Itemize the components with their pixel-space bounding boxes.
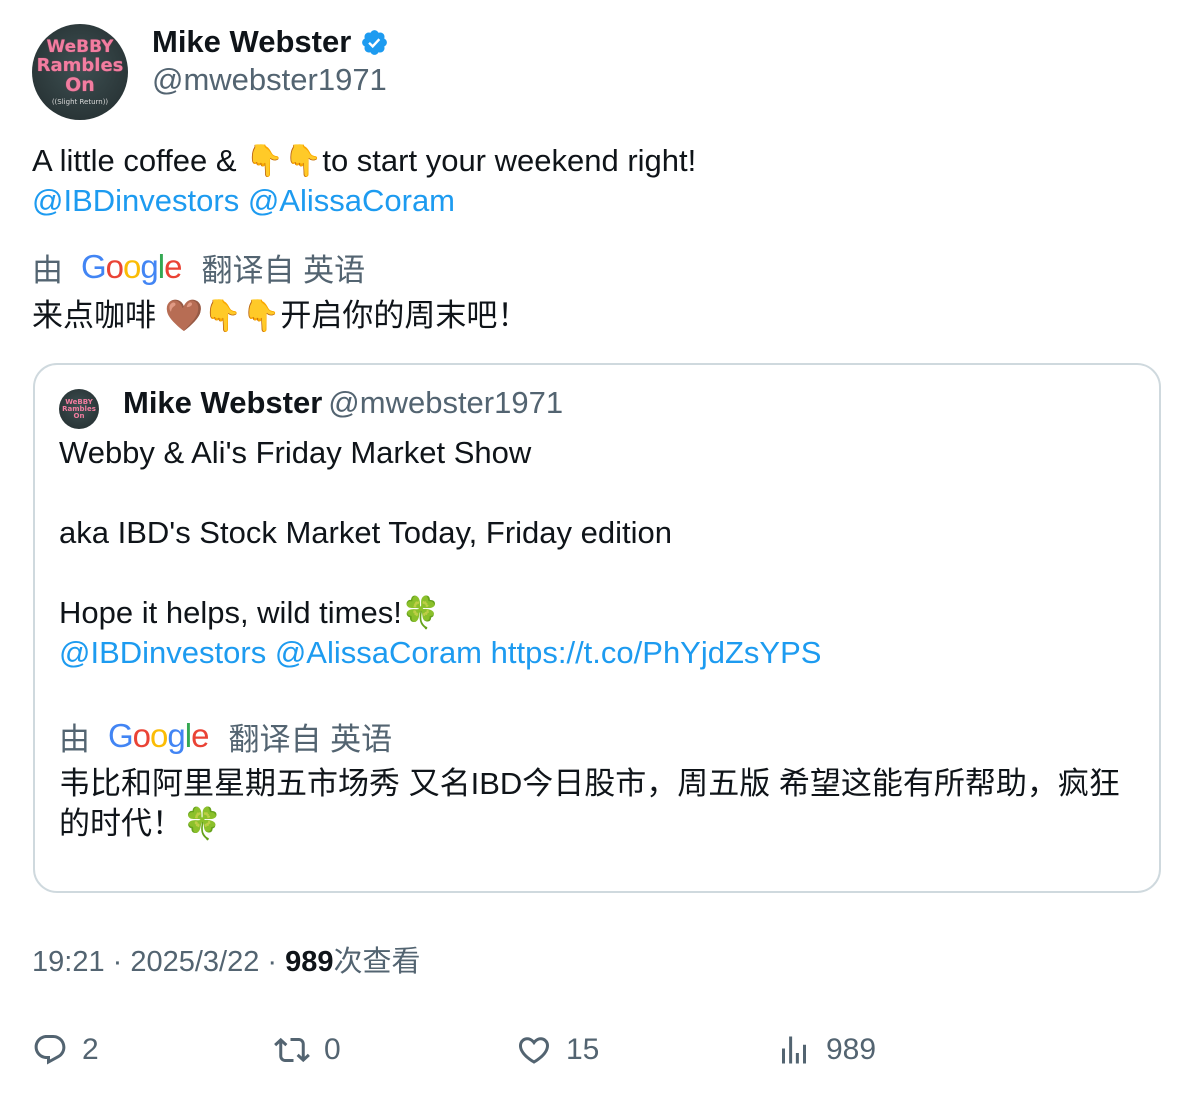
retweet-count: 0 bbox=[324, 1033, 341, 1066]
views-label: 次查看 bbox=[333, 946, 421, 978]
retweet-icon bbox=[274, 1037, 310, 1063]
tweet-detail: WeBBY Rambles On ((Slight Return)) Mike … bbox=[0, 0, 1196, 1096]
translated-prefix: 由 bbox=[59, 721, 90, 757]
tweet-time[interactable]: 19:21 bbox=[32, 946, 105, 978]
author-name-row[interactable]: Mike Webster bbox=[152, 22, 389, 62]
quoted-links: @IBDinvestors @AlissaCoram https://t.co/… bbox=[59, 633, 821, 673]
quoted-display-name: Mike Webster bbox=[123, 385, 323, 420]
mention-link[interactable]: @IBDinvestors bbox=[32, 183, 239, 218]
author-avatar[interactable]: WeBBY Rambles On ((Slight Return)) bbox=[32, 24, 128, 120]
google-logo[interactable]: Google bbox=[81, 248, 182, 286]
verified-badge-icon[interactable] bbox=[360, 28, 389, 57]
quoted-translated-text: 韦比和阿里星期五市场秀 又名IBD今日股市，周五版 希望这能有所帮助，疯狂的时代… bbox=[59, 766, 1120, 841]
tweet-date[interactable]: 2025/3/22 bbox=[130, 946, 259, 978]
views-button[interactable]: 989 bbox=[776, 1028, 876, 1072]
author-handle[interactable]: @mwebster1971 bbox=[152, 62, 387, 98]
tweet-meta: 19:21 · 2025/3/22 · 989次查看 bbox=[32, 942, 421, 982]
avatar-text-line: On bbox=[65, 73, 95, 96]
avatar-text-line: ((Slight Return)) bbox=[51, 97, 109, 106]
avatar-text-line: Rambles bbox=[36, 54, 124, 76]
mention-link[interactable]: @AlissaCoram bbox=[248, 183, 455, 218]
google-logo[interactable]: Google bbox=[108, 717, 209, 755]
translated-suffix: 翻译自 英语 bbox=[228, 721, 393, 757]
reply-icon bbox=[34, 1035, 66, 1065]
quoted-author-avatar[interactable]: WeBBY Rambles On bbox=[59, 389, 99, 429]
url-link[interactable]: https://t.co/PhYjdZsYPS bbox=[491, 635, 822, 670]
quoted-translated-by: 由 Google 翻译自 英语 bbox=[59, 715, 392, 757]
heart-icon bbox=[518, 1037, 550, 1064]
translated-text: 来点咖啡 🤎👇👇开启你的周末吧！ bbox=[32, 298, 529, 333]
meta-separator: · bbox=[104, 946, 131, 978]
quoted-author-header: Mike Webster @mwebster1971 bbox=[123, 383, 563, 423]
tweet-text-line: A little coffee & 👇👇to start your weeken… bbox=[32, 141, 696, 181]
avatar-text-line: WeBBY bbox=[46, 36, 114, 57]
views-count: 989 bbox=[285, 946, 334, 978]
retweet-button[interactable]: 0 bbox=[274, 1028, 341, 1072]
mention-link[interactable]: @IBDinvestors bbox=[59, 635, 266, 670]
quoted-handle: @mwebster1971 bbox=[328, 385, 564, 420]
translated-prefix: 由 bbox=[32, 252, 63, 288]
quoted-tweet-card[interactable]: WeBBY Rambles On Mike Webster @mwebster19… bbox=[33, 363, 1161, 893]
tweet-text: A little coffee & bbox=[32, 143, 246, 178]
mention-link[interactable]: @AlissaCoram bbox=[275, 635, 482, 670]
meta-separator: · bbox=[259, 946, 286, 978]
avatar-text-line: On bbox=[73, 411, 85, 420]
views-action-count: 989 bbox=[826, 1033, 877, 1066]
like-count: 15 bbox=[566, 1033, 600, 1066]
tweet-text: to start your weekend right! bbox=[322, 143, 697, 178]
views-chart-icon bbox=[782, 1036, 806, 1064]
reply-button[interactable]: 2 bbox=[32, 1028, 99, 1072]
quoted-text-line: aka IBD's Stock Market Today, Friday edi… bbox=[59, 515, 672, 550]
quoted-text-line: Hope it helps, wild times!🍀 bbox=[59, 595, 441, 630]
quoted-text-line: Webby & Ali's Friday Market Show bbox=[59, 435, 532, 470]
translated-suffix: 翻译自 英语 bbox=[201, 252, 366, 288]
author-display-name[interactable]: Mike Webster bbox=[152, 24, 351, 60]
reply-count: 2 bbox=[82, 1033, 99, 1066]
tweet-emoji: 👇👇 bbox=[245, 143, 323, 179]
tweet-mentions: @IBDinvestors @AlissaCoram bbox=[32, 181, 455, 221]
translated-by: 由 Google 翻译自 英语 bbox=[32, 246, 365, 288]
like-button[interactable]: 15 bbox=[516, 1028, 599, 1072]
